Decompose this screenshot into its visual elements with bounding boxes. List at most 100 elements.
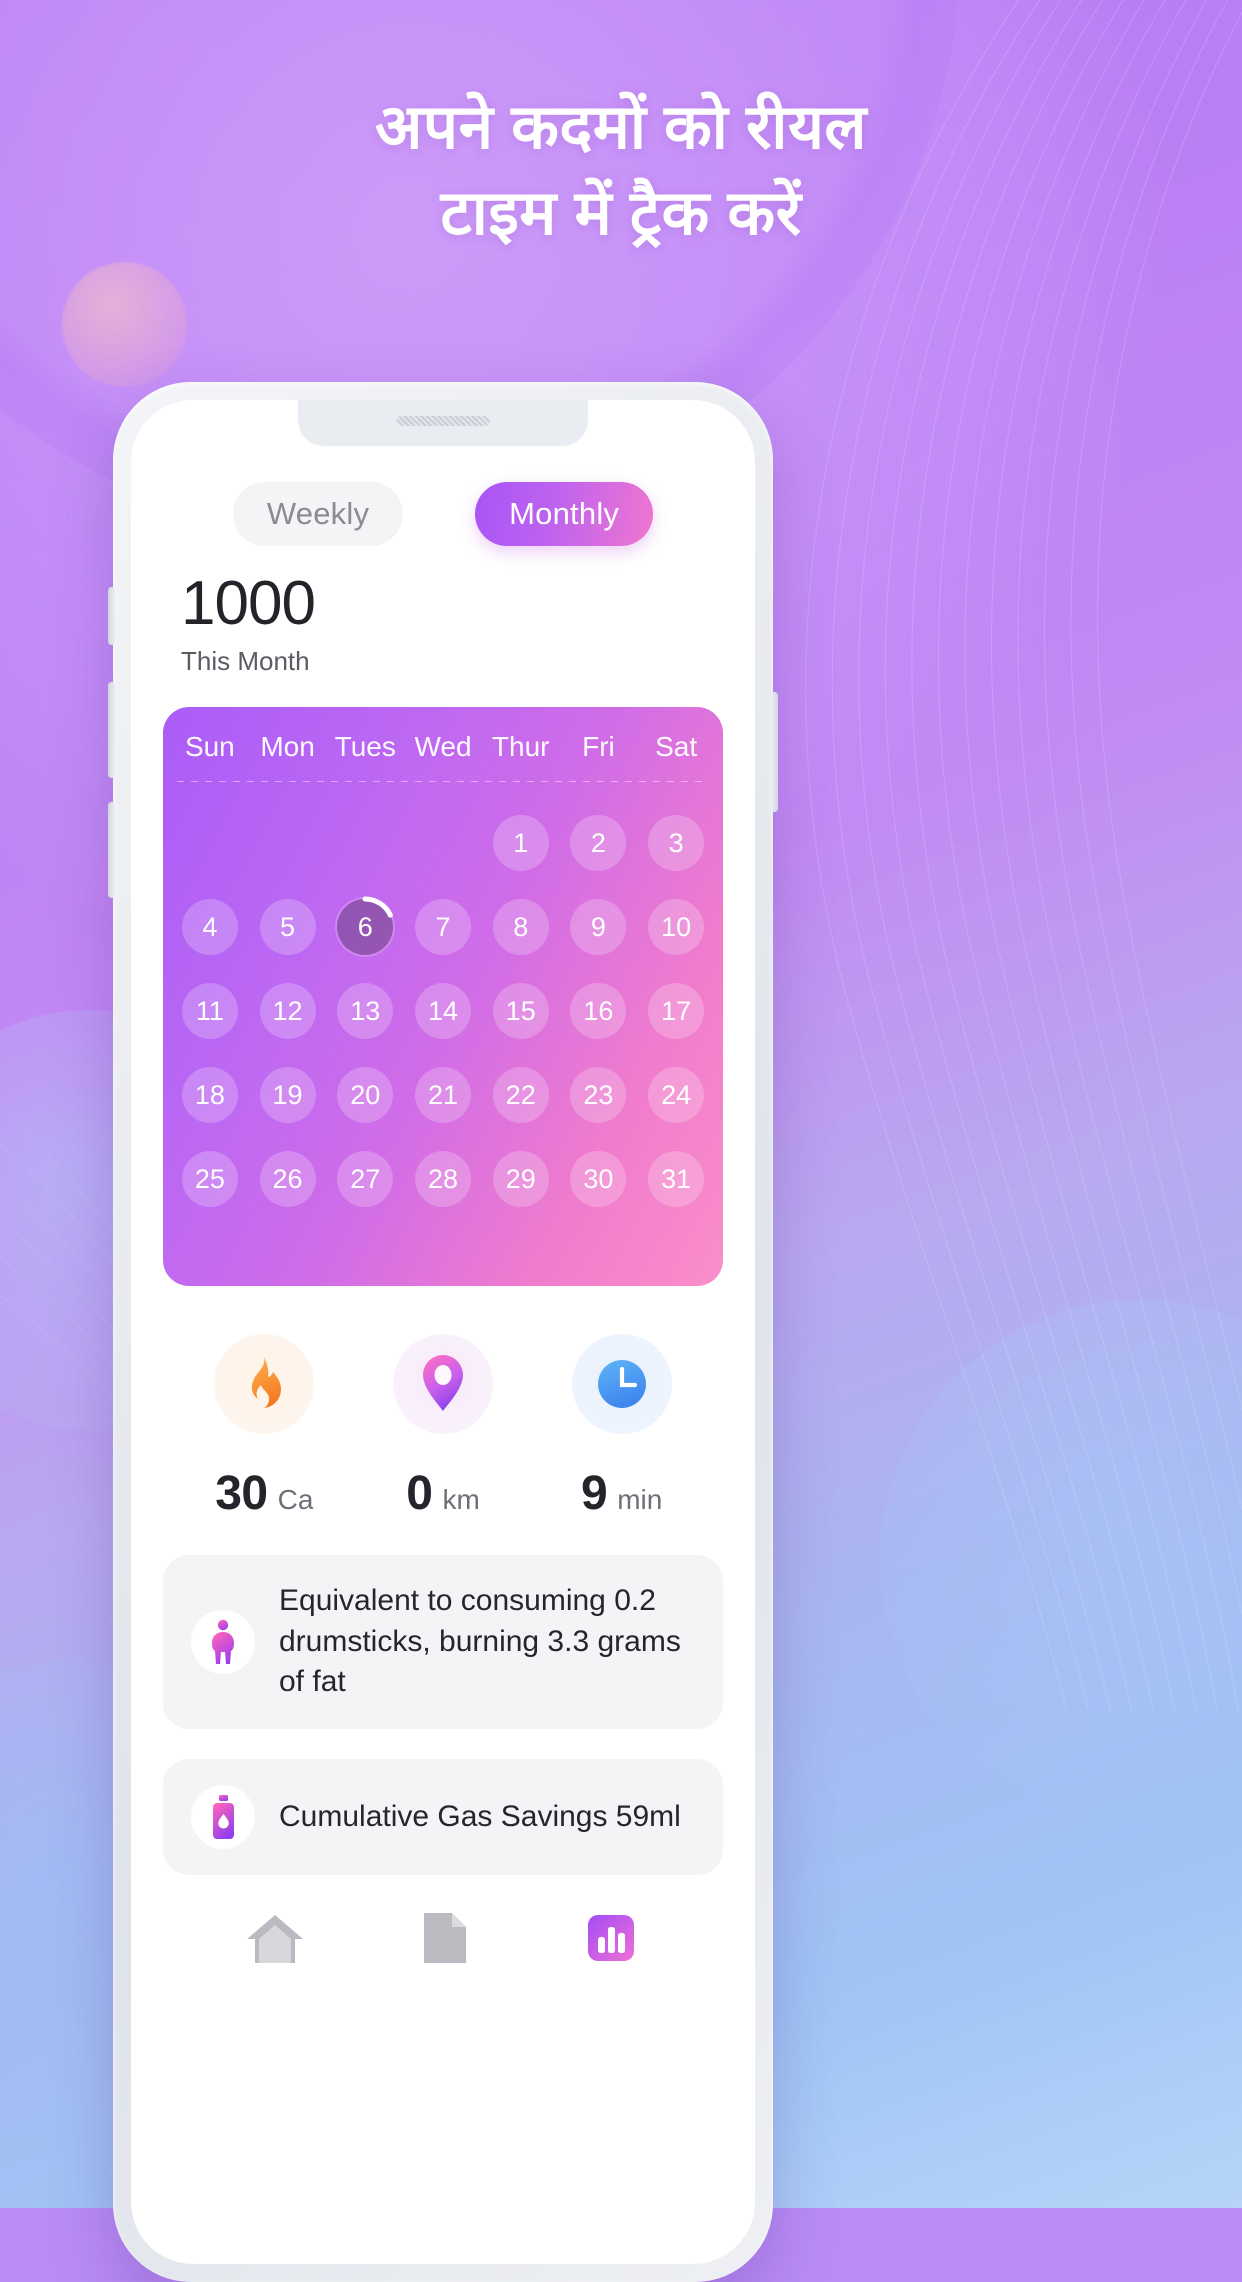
calendar-cell: 23 bbox=[560, 1060, 638, 1130]
calendar-day-headers: Sun Mon Tues Wed Thur Fri Sat bbox=[163, 707, 723, 781]
tab-weekly[interactable]: Weekly bbox=[232, 482, 404, 546]
calendar-day[interactable]: 7 bbox=[414, 899, 471, 956]
calendar-day[interactable]: 24 bbox=[648, 1067, 705, 1124]
stat-unit: Ca bbox=[277, 1484, 314, 1516]
stat-calories: 30 Ca bbox=[175, 1334, 354, 1521]
stat-calories-value-group: 30 Ca bbox=[215, 1466, 313, 1521]
calendar-day[interactable]: 22 bbox=[492, 1067, 549, 1124]
calendar-day[interactable]: 5 bbox=[259, 899, 316, 956]
phone-volume-up-button[interactable] bbox=[108, 682, 115, 778]
calendar-day-placeholder bbox=[337, 815, 393, 871]
bottom-tab-bar bbox=[131, 1905, 755, 1965]
tab-documents[interactable] bbox=[359, 1911, 527, 1965]
tab-monthly[interactable]: Monthly bbox=[475, 482, 654, 546]
phone-volume-down-button[interactable] bbox=[108, 802, 115, 898]
calendar-day[interactable]: 29 bbox=[492, 1151, 549, 1208]
calendar-cell: 11 bbox=[171, 976, 249, 1046]
phone-mute-button[interactable] bbox=[108, 587, 115, 645]
tab-home[interactable] bbox=[191, 1911, 359, 1965]
calendar-day[interactable]: 9 bbox=[570, 899, 627, 956]
calendar-day[interactable]: 8 bbox=[492, 899, 549, 956]
calendar-day[interactable]: 25 bbox=[181, 1151, 238, 1208]
card-text: Cumulative Gas Savings 59ml bbox=[279, 1799, 681, 1833]
calendar-cell: 20 bbox=[326, 1060, 404, 1130]
stat-distance-value-group: 0 km bbox=[406, 1466, 480, 1521]
calendar-cell: 9 bbox=[560, 892, 638, 962]
calendar-day[interactable]: 21 bbox=[414, 1067, 471, 1124]
calendar-day[interactable]: 14 bbox=[414, 983, 471, 1040]
gas-bottle-icon bbox=[191, 1784, 255, 1849]
card-calorie-equivalent[interactable]: Equivalent to consuming 0.2 drumsticks, … bbox=[163, 1555, 723, 1729]
phone-power-button[interactable] bbox=[771, 692, 778, 812]
calendar-day[interactable]: 18 bbox=[181, 1067, 238, 1124]
calendar-day-header: Sat bbox=[655, 731, 698, 763]
calendar-cell: 31 bbox=[637, 1144, 715, 1214]
calendar-day[interactable]: 11 bbox=[181, 983, 238, 1040]
calendar-day[interactable]: 30 bbox=[570, 1151, 627, 1208]
calendar-cell: 18 bbox=[171, 1060, 249, 1130]
summary-block: 1000 This Month bbox=[131, 546, 755, 677]
calendar-day[interactable]: 13 bbox=[337, 983, 394, 1040]
calendar-day-header: Mon bbox=[260, 731, 315, 763]
calendar-cell: 28 bbox=[404, 1144, 482, 1214]
calendar-day-header: Thur bbox=[491, 731, 550, 763]
calendar-cell: 10 bbox=[637, 892, 715, 962]
calendar-day[interactable]: 12 bbox=[259, 983, 316, 1040]
card-text: Equivalent to consuming 0.2 drumsticks, … bbox=[279, 1584, 681, 1699]
info-cards: Equivalent to consuming 0.2 drumsticks, … bbox=[131, 1521, 755, 1875]
calendar-day[interactable]: 4 bbox=[181, 899, 238, 956]
calendar-day[interactable]: 10 bbox=[648, 899, 705, 956]
calendar-day[interactable]: 20 bbox=[337, 1067, 394, 1124]
calendar-day[interactable]: 19 bbox=[259, 1067, 316, 1124]
calendar-cell: 5 bbox=[249, 892, 327, 962]
background-bokeh-peach bbox=[62, 262, 187, 387]
calendar-day[interactable]: 3 bbox=[648, 815, 705, 872]
calendar-cell: 19 bbox=[249, 1060, 327, 1130]
card-gas-savings[interactable]: Cumulative Gas Savings 59ml bbox=[163, 1758, 723, 1875]
calendar-day[interactable]: 17 bbox=[648, 983, 705, 1040]
clock-icon bbox=[571, 1334, 672, 1435]
page-title: अपने कदमों को रीयल टाइम में ट्रैक करें bbox=[0, 85, 1242, 256]
stat-distance: 0 km bbox=[354, 1334, 533, 1521]
calendar-cell: 25 bbox=[171, 1144, 249, 1214]
calendar-day-placeholder bbox=[260, 815, 316, 871]
period-toggle: Weekly Monthly bbox=[131, 446, 755, 546]
stat-value: 0 bbox=[406, 1467, 433, 1521]
calendar-cell: 16 bbox=[560, 976, 638, 1046]
calendar-cell: 13 bbox=[326, 976, 404, 1046]
location-pin-icon bbox=[393, 1334, 493, 1435]
calendar-day-today[interactable]: 6 bbox=[334, 896, 396, 958]
calendar-day[interactable]: 31 bbox=[648, 1151, 705, 1208]
calendar-day-placeholder bbox=[415, 815, 471, 871]
chart-icon bbox=[588, 1914, 634, 1961]
calendar-cell: 12 bbox=[249, 976, 327, 1046]
calendar-cell: 3 bbox=[637, 808, 715, 878]
phone-speaker-grille bbox=[396, 416, 490, 426]
calendar-cell: 8 bbox=[482, 892, 560, 962]
calendar-cell: 27 bbox=[326, 1144, 404, 1214]
calendar-cell: 26 bbox=[249, 1144, 327, 1214]
stat-time: 9 min bbox=[532, 1334, 711, 1521]
calendar-day[interactable]: 28 bbox=[414, 1151, 471, 1208]
calendar: Sun Mon Tues Wed Thur Fri Sat 1234567891… bbox=[163, 707, 723, 1287]
calendar-day[interactable]: 26 bbox=[259, 1151, 316, 1208]
step-count-label: This Month bbox=[181, 646, 310, 677]
calendar-cell: 1 bbox=[482, 808, 560, 878]
calendar-day[interactable]: 27 bbox=[337, 1151, 394, 1208]
calendar-day[interactable]: 23 bbox=[570, 1067, 627, 1124]
calendar-cell: 29 bbox=[482, 1144, 560, 1214]
calendar-day-placeholder bbox=[182, 815, 238, 871]
calendar-cell: 24 bbox=[637, 1060, 715, 1130]
calendar-cell: 15 bbox=[482, 976, 560, 1046]
calendar-cell: 17 bbox=[637, 976, 715, 1046]
calendar-cell-empty bbox=[249, 808, 327, 878]
stat-unit: min bbox=[617, 1484, 663, 1516]
calendar-day[interactable]: 2 bbox=[570, 815, 627, 872]
stat-value: 30 bbox=[215, 1467, 268, 1521]
phone-mockup: Weekly Monthly 1000 This Month Sun Mon T… bbox=[108, 382, 778, 2282]
calendar-day[interactable]: 1 bbox=[492, 815, 549, 872]
calendar-day[interactable]: 16 bbox=[570, 983, 627, 1040]
stat-value: 9 bbox=[581, 1467, 608, 1521]
calendar-day[interactable]: 15 bbox=[492, 983, 549, 1040]
tab-stats[interactable] bbox=[527, 1911, 695, 1965]
